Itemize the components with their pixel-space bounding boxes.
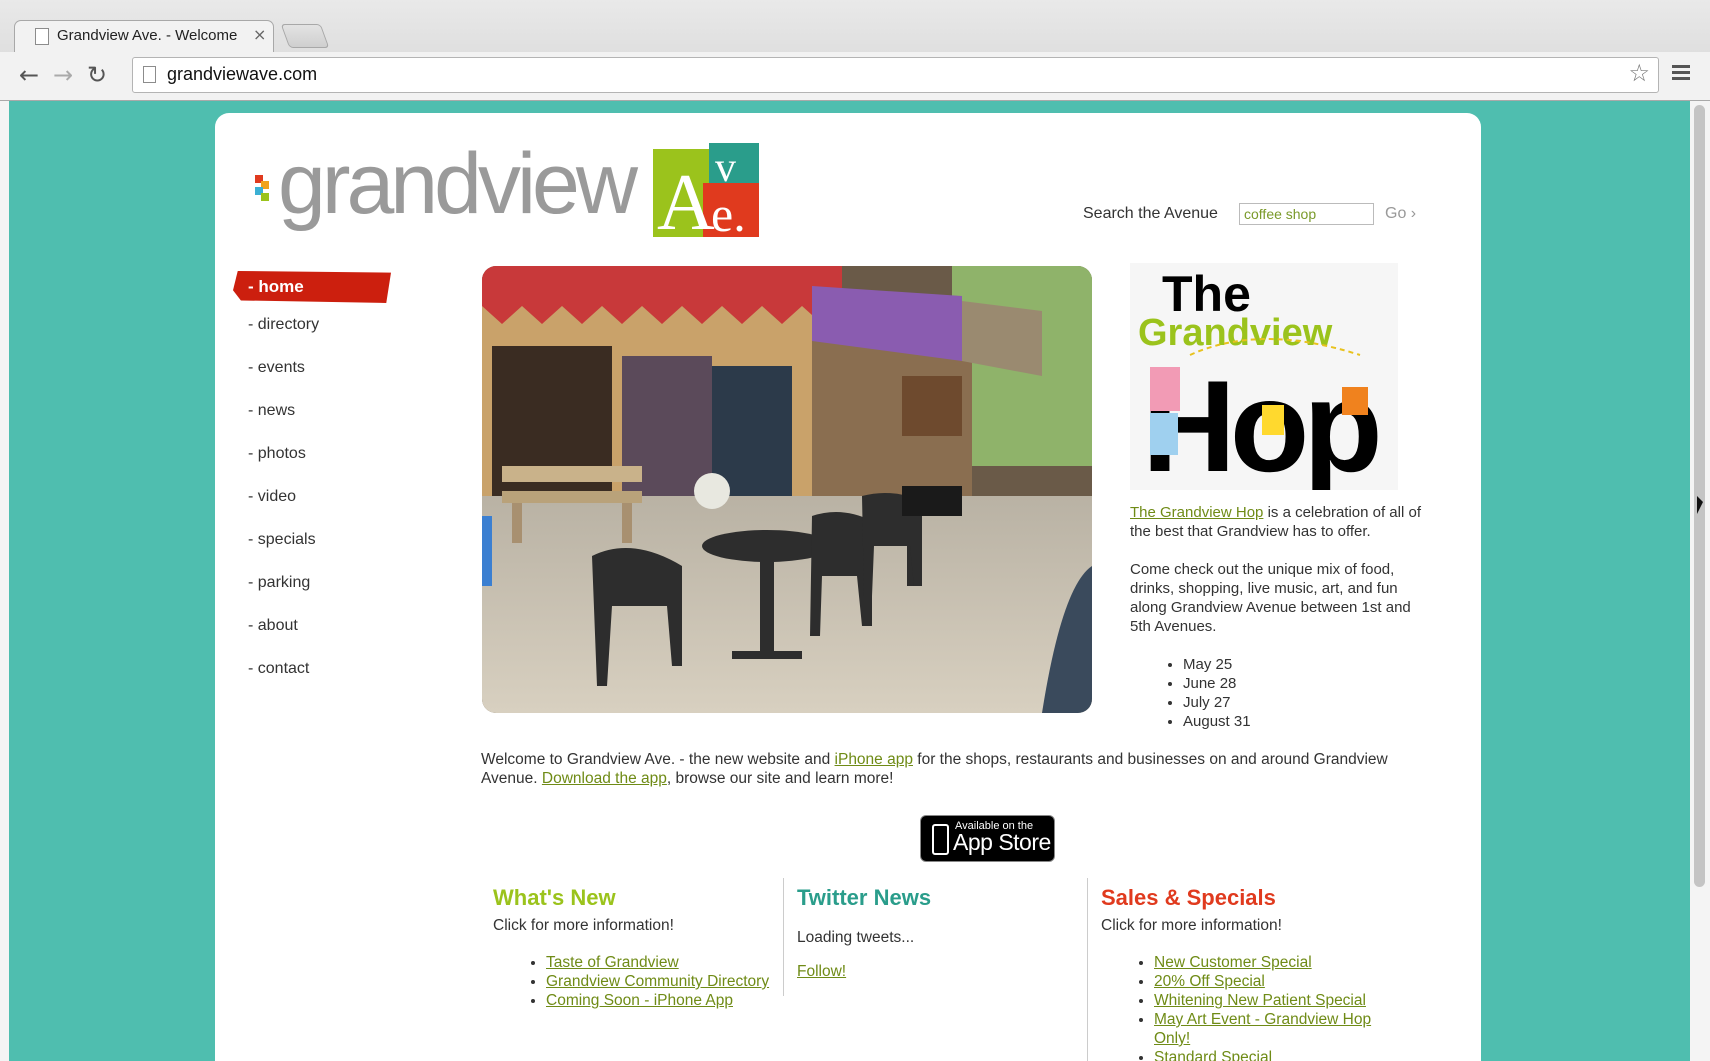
tab-close-icon[interactable]: × [253,25,266,44]
whats-new-link[interactable]: Taste of Grandview [546,954,679,971]
special-link[interactable]: New Customer Special [1154,954,1312,971]
search-label: Search the Avenue [1083,205,1218,222]
special-link[interactable]: Whitening New Patient Special [1154,992,1366,1009]
whats-new-link[interactable]: Grandview Community Directory [546,973,769,990]
special-link[interactable]: 20% Off Special [1154,973,1265,990]
twitter-news-title: Twitter News [797,885,932,910]
content-card: grandview A v e. Search the Avenue Go › … [215,113,1481,1061]
reload-icon[interactable]: ↻ [82,60,112,90]
tab-active[interactable]: Grandview Ave. - Welcome × [14,20,274,53]
page-icon [35,28,49,45]
welcome-text: , browse our site and learn more! [666,770,894,787]
search-go-button[interactable]: Go › [1385,205,1416,223]
new-tab-button[interactable] [280,24,330,48]
app-store-badge-big: App Store [953,829,1051,855]
column-divider [783,878,784,996]
welcome-text: Welcome to Grandview Ave. - the new webs… [481,751,835,768]
page-icon [143,66,156,83]
nav-item-about[interactable]: - about [248,617,298,635]
column-divider [1087,878,1088,1061]
download-app-link[interactable]: Download the app [542,770,667,787]
list-item: Grandview Community Directory [546,972,773,991]
menu-icon[interactable] [1672,62,1690,84]
whats-new-intro: Click for more information! [493,917,674,934]
page-viewport: grandview A v e. Search the Avenue Go › … [9,101,1690,1061]
list-item: Taste of Grandview [546,953,773,972]
nav-item-photos[interactable]: - photos [248,445,306,463]
browser-chrome: Grandview Ave. - Welcome × ← → ↻ grandvi… [0,0,1710,101]
nav-item-news[interactable]: - news [248,402,295,420]
logo-letter-v: v [715,145,736,191]
window-edge [0,101,9,1061]
nav-item-home[interactable]: - home [233,271,391,303]
bookmark-star-icon[interactable]: ☆ [1628,59,1650,87]
iphone-icon [932,824,949,855]
twitter-news-section: Twitter News Loading tweets... Follow! [797,885,1077,981]
logo-letter-a: A [657,159,715,239]
browser-toolbar: ← → ↻ grandviewave.com ☆ [0,52,1710,100]
nav-item-directory[interactable]: - directory [248,316,319,334]
url-text[interactable]: grandviewave.com [167,64,317,85]
list-item: August 31 [1183,712,1430,731]
sales-specials-section: Sales & Specials Click for more informat… [1101,885,1391,1061]
list-item: Coming Soon - iPhone App [546,991,773,1010]
tab-strip: Grandview Ave. - Welcome × [0,0,1710,53]
sales-specials-list: New Customer Special 20% Off Special Whi… [1101,953,1391,1061]
list-item: Standard Special [1154,1048,1391,1061]
list-item: Whitening New Patient Special [1154,991,1391,1010]
iphone-app-link[interactable]: iPhone app [835,751,913,768]
back-arrow-icon[interactable]: ← [14,60,44,90]
special-link[interactable]: May Art Event - Grandview Hop Only! [1154,1011,1371,1047]
special-link[interactable]: Standard Special [1154,1049,1272,1061]
grandview-hop-poster[interactable]: The Grandview Hop [1130,263,1398,490]
logo-ave-mark: A v e. [653,143,759,239]
nav-item-contact[interactable]: - contact [248,660,309,678]
list-item: New Customer Special [1154,953,1391,972]
whats-new-list: Taste of Grandview Grandview Community D… [493,953,773,1010]
whats-new-section: What's New Click for more information! T… [493,885,773,1010]
tab-title: Grandview Ave. - Welcome [57,27,238,44]
whats-new-title: What's New [493,885,616,910]
list-item: June 28 [1183,674,1430,693]
logo-letter-e: e. [711,186,746,239]
whats-new-link[interactable]: Coming Soon - iPhone App [546,992,733,1009]
sales-specials-intro: Click for more information! [1101,917,1282,934]
address-bar[interactable]: grandviewave.com ☆ [132,57,1659,93]
mouse-cursor-icon [1697,496,1703,514]
twitter-loading: Loading tweets... [797,929,915,946]
hop-poster-grandview: Grandview [1138,312,1333,354]
nav-item-specials[interactable]: - specials [248,531,316,549]
nav-item-events[interactable]: - events [248,359,305,377]
twitter-follow-link[interactable]: Follow! [797,963,846,980]
list-item: May 25 [1183,655,1430,674]
sales-specials-title: Sales & Specials [1101,885,1276,910]
nav-item-parking[interactable]: - parking [248,574,310,592]
hero-street-photo [482,266,1092,713]
list-item: May Art Event - Grandview Hop Only! [1154,1010,1391,1048]
hop-description: The Grandview Hop is a celebration of al… [1130,503,1430,731]
list-item: July 27 [1183,693,1430,712]
search-input[interactable] [1239,203,1374,225]
logo-wordmark: grandview [278,136,638,232]
welcome-paragraph: Welcome to Grandview Ave. - the new webs… [481,750,1431,788]
app-store-badge[interactable]: Available on the App Store [920,815,1055,862]
forward-arrow-icon[interactable]: → [48,60,78,90]
site-logo[interactable]: grandview A v e. [255,136,775,241]
hop-body: Come check out the unique mix of food, d… [1130,561,1411,635]
nav-item-video[interactable]: - video [248,488,296,506]
page-scrollbar[interactable] [1690,101,1710,1061]
list-item: 20% Off Special [1154,972,1391,991]
hop-dates-list: May 25 June 28 July 27 August 31 [1130,655,1430,731]
hop-link[interactable]: The Grandview Hop [1130,504,1263,521]
